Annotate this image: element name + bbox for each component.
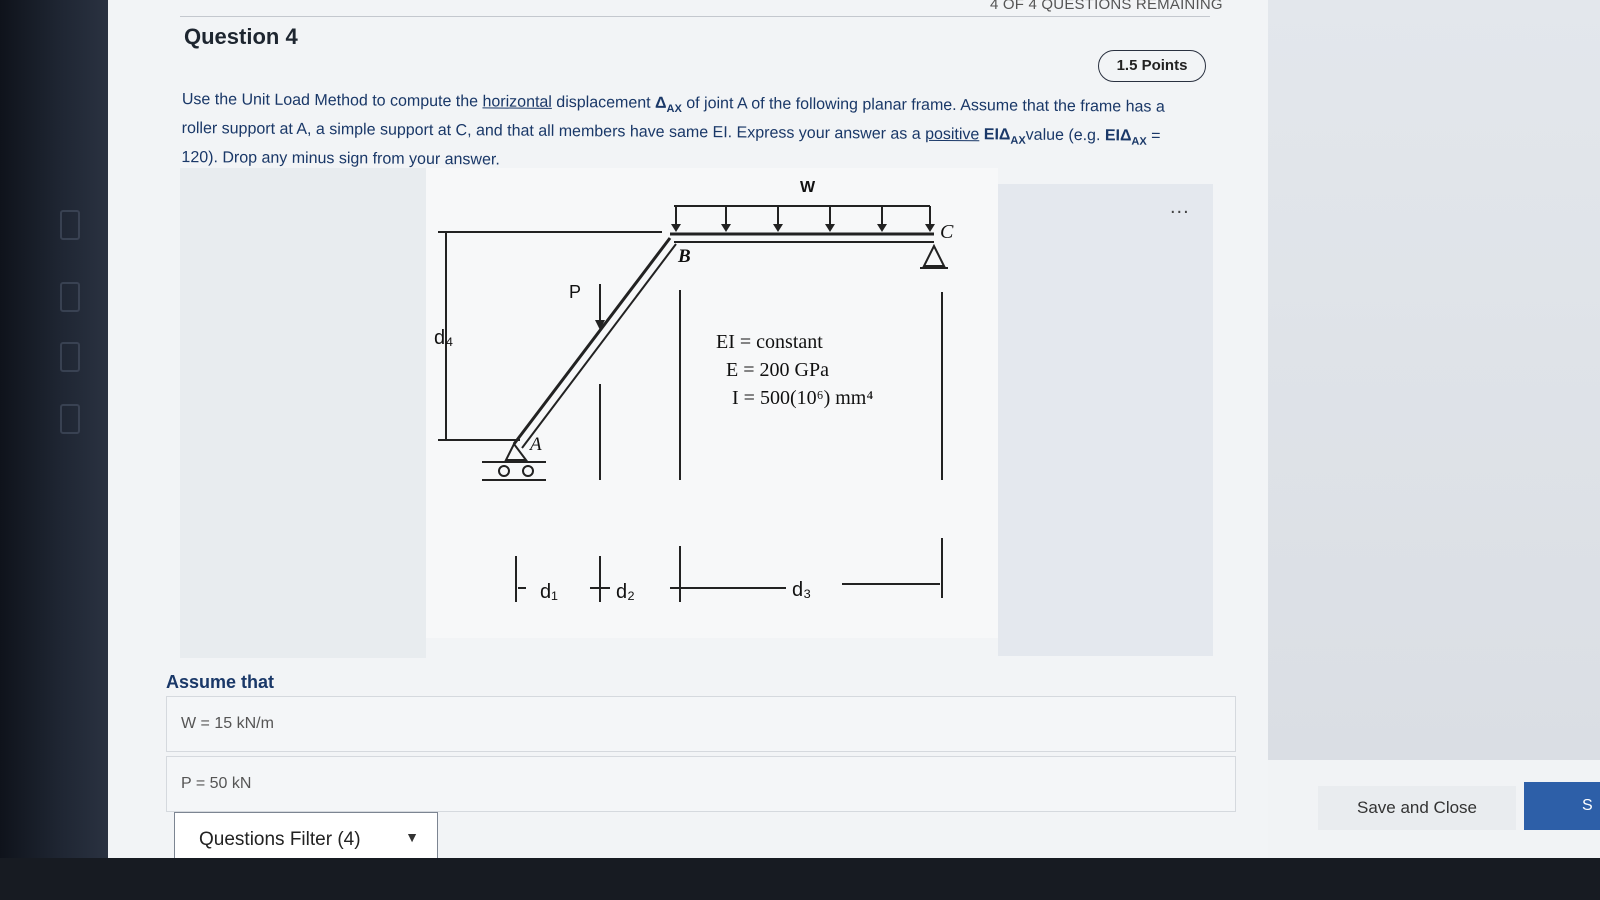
submit-button[interactable]: S — [1524, 782, 1600, 830]
figure-background — [180, 168, 426, 658]
load-arrow — [671, 224, 681, 232]
load-arrow — [925, 224, 935, 232]
label-p: P — [569, 282, 581, 302]
label-d1: d₁ — [540, 581, 558, 603]
label-a: A — [528, 434, 542, 455]
points-badge: 1.5 Points — [1098, 50, 1206, 82]
laptop-bezel-bottom — [0, 858, 1600, 900]
label-w: W — [800, 179, 816, 196]
label-c: C — [940, 221, 954, 243]
given-w: W = 15 kN/m — [181, 715, 274, 732]
property-ei: EI = constant — [716, 331, 823, 353]
given-p: P = 50 kN — [181, 775, 252, 792]
sidebar-icon — [60, 342, 80, 372]
example-char: EIΔ — [1104, 127, 1132, 145]
property-i: I = 500(10⁶) mm⁴ — [732, 387, 873, 409]
load-arrow — [877, 224, 887, 232]
save-and-close-button[interactable]: Save and Close — [1318, 786, 1516, 830]
chevron-down-icon: ▼ — [405, 829, 419, 845]
delta-subscript: AX — [666, 102, 682, 116]
laptop-bezel-left — [0, 0, 112, 900]
questions-remaining: 4 OF 4 QUESTIONS REMAINING — [990, 0, 1223, 13]
property-e: E = 200 GPa — [726, 359, 829, 381]
prompt-emphasis: horizontal — [482, 93, 552, 111]
sidebar-icon — [60, 210, 80, 240]
assume-label: Assume that — [166, 672, 275, 692]
sidebar-icon — [60, 404, 80, 434]
roller-wheel — [522, 465, 534, 477]
filter-label: Questions Filter (4) — [199, 829, 361, 850]
ei-delta-symbol: EIΔAX — [983, 126, 1026, 147]
sidebar-icon — [60, 282, 80, 312]
roller-wheel — [498, 465, 510, 477]
given-w-box: W = 15 kN/m — [166, 696, 1236, 752]
figure-background — [998, 184, 1213, 656]
right-margin — [1268, 0, 1600, 860]
given-p-box: P = 50 kN — [166, 756, 1236, 812]
pin-support-c — [922, 243, 946, 267]
label-d2: d₂ — [616, 581, 635, 603]
divider — [180, 16, 1210, 17]
more-options-icon[interactable]: ... — [1170, 196, 1190, 219]
question-title: Question 4 — [184, 24, 298, 49]
delta-symbol: ΔAX — [655, 94, 682, 116]
frame-diagram: W P A B C d₄ d₁ d₂ d₃ EI = constant E = … — [434, 179, 954, 603]
prompt-text: Use the Unit Load Method to compute the — [181, 90, 483, 111]
load-arrow — [721, 224, 731, 232]
example-subscript: AX — [1131, 135, 1147, 148]
ei-delta-subscript: AX — [1010, 134, 1026, 148]
prompt-emphasis: positive — [925, 126, 980, 144]
label-d3: d₃ — [792, 579, 811, 601]
prompt-text: displacement — [551, 93, 656, 112]
ei-delta-char: EIΔ — [983, 126, 1011, 144]
question-prompt: Use the Unit Load Method to compute the … — [181, 88, 1192, 178]
prompt-text: value (e.g. — [1025, 126, 1105, 145]
label-b: B — [677, 246, 691, 267]
example-symbol: EIΔAX — [1104, 127, 1147, 148]
load-arrow — [773, 224, 783, 232]
label-d4: d₄ — [434, 327, 453, 349]
delta-char: Δ — [655, 94, 667, 112]
member-ab — [512, 237, 672, 445]
load-arrow — [825, 224, 835, 232]
